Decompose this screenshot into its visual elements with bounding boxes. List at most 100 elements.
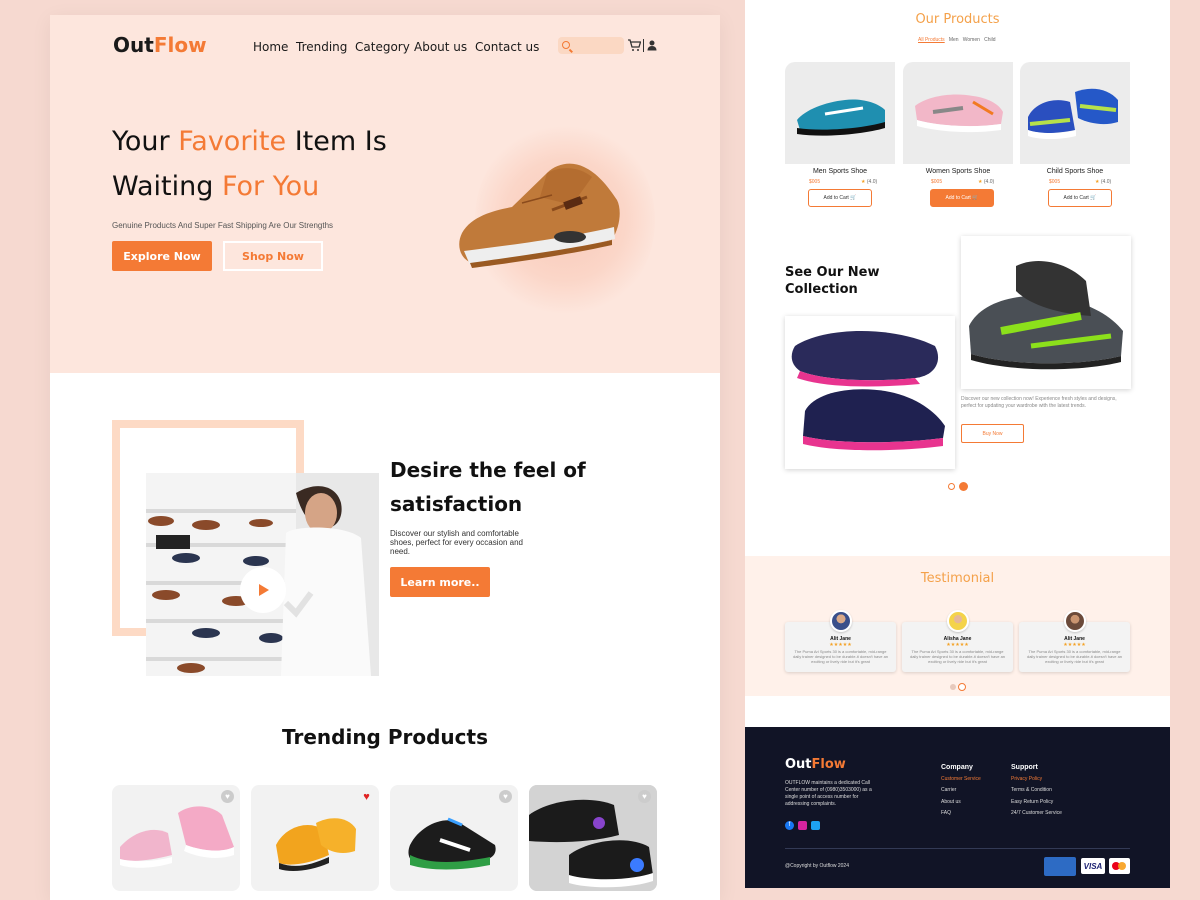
about-title-line1: Desire the feel of <box>390 458 586 482</box>
avatar <box>1064 610 1086 632</box>
star-icon: ★ <box>978 179 983 185</box>
footer-link[interactable]: Customer Service <box>941 776 981 782</box>
filter-men[interactable]: Men <box>949 37 959 43</box>
hero-title-part: Waiting <box>112 171 222 202</box>
filter-all[interactable]: All Products <box>918 37 945 43</box>
product-rating: ★ (4.0) <box>978 179 994 185</box>
company-title: Company <box>941 764 973 771</box>
star-rating: ★★★★★ <box>829 642 852 648</box>
buy-now-button[interactable]: Buy Now <box>961 424 1024 443</box>
brand-name-a: Out <box>113 33 154 57</box>
hero-subtitle: Genuine Products And Super Fast Shipping… <box>112 221 334 230</box>
hero-title-part: Your <box>112 126 179 157</box>
cart-icon: 🛒 <box>850 195 857 201</box>
hero-shoe-image <box>459 163 620 268</box>
product-card-women[interactable] <box>903 62 1013 164</box>
footer-link[interactable]: Carrier <box>941 787 956 793</box>
trending-title: Trending Products <box>282 725 488 749</box>
avatar <box>947 610 969 632</box>
trending-card[interactable]: ♥ <box>251 785 379 891</box>
footer-link[interactable]: Easy Return Policy <box>1011 799 1053 805</box>
footer-link[interactable]: FAQ <box>941 810 951 816</box>
brand-logo[interactable]: OutFlow <box>113 33 207 57</box>
pink-sneaker-image <box>120 806 234 868</box>
hero-title-highlight: Favorite <box>178 126 287 157</box>
heart-icon[interactable]: ♥ <box>221 790 234 803</box>
footer-link[interactable]: Terms & Condition <box>1011 787 1052 793</box>
heart-icon[interactable]: ♥ <box>499 790 512 803</box>
collection-image-small <box>785 316 955 469</box>
nav-category[interactable]: Category <box>355 40 410 54</box>
header-divider <box>643 39 644 52</box>
visa-icon: VISA <box>1081 858 1105 874</box>
footer-link[interactable]: Privacy Policy <box>1011 776 1042 782</box>
review-text: The Puma Ari Sports 30 is a comfortable,… <box>792 649 889 664</box>
cart-icon[interactable] <box>627 39 641 52</box>
filter-child[interactable]: Child <box>984 37 995 43</box>
footer-logo-b: Flow <box>811 757 846 772</box>
rating-value: (4.0) <box>983 179 995 185</box>
avatar <box>830 610 852 632</box>
nav-trending[interactable]: Trending <box>296 40 347 54</box>
learn-more-button[interactable]: Learn more.. <box>390 567 490 597</box>
search-input[interactable] <box>558 37 624 54</box>
add-to-cart-button[interactable]: Add to Cart 🛒 <box>808 189 872 207</box>
filter-women[interactable]: Women <box>963 37 980 43</box>
product-card-child[interactable] <box>1020 62 1130 164</box>
testimonial-title: Testimonial <box>920 571 995 586</box>
facebook-icon[interactable]: f <box>785 821 794 830</box>
carousel-prev[interactable] <box>948 483 955 490</box>
shop-now-button[interactable]: Shop Now <box>223 241 323 271</box>
trending-card[interactable]: ♥ <box>112 785 240 891</box>
hero-title-line1: Your Favorite Item Is <box>112 126 387 157</box>
product-price: $005 <box>1049 179 1061 185</box>
carousel-next[interactable] <box>959 482 968 491</box>
testimonial-prev[interactable] <box>950 684 956 690</box>
heart-icon[interactable]: ♥ <box>360 790 373 803</box>
add-to-cart-label: Add to Cart <box>945 195 971 201</box>
product-price: $005 <box>809 179 821 185</box>
product-name: Men Sports Shoe <box>812 168 868 175</box>
footer-description: OUTFLOW maintains a dedicated Call Cente… <box>785 780 872 807</box>
child-shoe-image <box>1028 88 1118 139</box>
heart-icon[interactable]: ♥ <box>638 790 651 803</box>
instagram-icon[interactable] <box>798 821 807 830</box>
testimonial-next[interactable] <box>958 683 966 691</box>
play-button[interactable] <box>240 567 286 613</box>
social-links: f <box>785 821 820 830</box>
explore-now-button[interactable]: Explore Now <box>112 241 212 271</box>
product-filters: All Products Men Women Child <box>918 37 995 43</box>
nav-contact[interactable]: Contact us <box>475 40 539 54</box>
product-price: $005 <box>931 179 943 185</box>
user-icon[interactable] <box>647 40 657 51</box>
rating-value: (4.0) <box>1100 179 1112 185</box>
collection-title-line2: Collection <box>785 282 858 297</box>
women-shoe-image <box>915 94 1003 133</box>
nav-home[interactable]: Home <box>253 40 288 54</box>
cart-icon: 🛒 <box>972 195 979 201</box>
green-grey-shoe-image <box>969 261 1123 370</box>
add-to-cart-button[interactable]: Add to Cart 🛒 <box>930 189 994 207</box>
review-text: The Puma Ari Sports 30 is a comfortable,… <box>1026 649 1123 664</box>
hero-section: OutFlow Home Trending Category About us … <box>50 15 720 373</box>
hero-title-highlight: For You <box>221 171 320 202</box>
landing-page-right: Our Products All Products Men Women Chil… <box>745 0 1170 888</box>
star-rating: ★★★★★ <box>1063 642 1086 648</box>
men-shoe-image <box>797 99 885 136</box>
twitter-icon[interactable] <box>811 821 820 830</box>
nav-about[interactable]: About us <box>414 40 467 54</box>
footer-link[interactable]: About us <box>941 799 961 805</box>
star-icon: ★ <box>861 179 866 185</box>
product-card-men[interactable] <box>785 62 895 164</box>
hero-title-line2: Waiting For You <box>112 171 319 202</box>
add-to-cart-label: Add to Cart <box>1063 195 1089 201</box>
search-icon <box>562 41 570 49</box>
add-to-cart-button[interactable]: Add to Cart 🛒 <box>1048 189 1112 207</box>
footer-logo[interactable]: OutFlow <box>785 757 846 772</box>
trending-card[interactable]: ♥ <box>390 785 518 891</box>
rating-value: (4.0) <box>866 179 878 185</box>
footer-link[interactable]: 24/7 Customer Service <box>1011 810 1062 816</box>
our-products-title: Our Products <box>915 12 1000 27</box>
trending-card[interactable]: ♥ <box>529 785 657 891</box>
about-title-line2: satisfaction <box>390 492 523 516</box>
